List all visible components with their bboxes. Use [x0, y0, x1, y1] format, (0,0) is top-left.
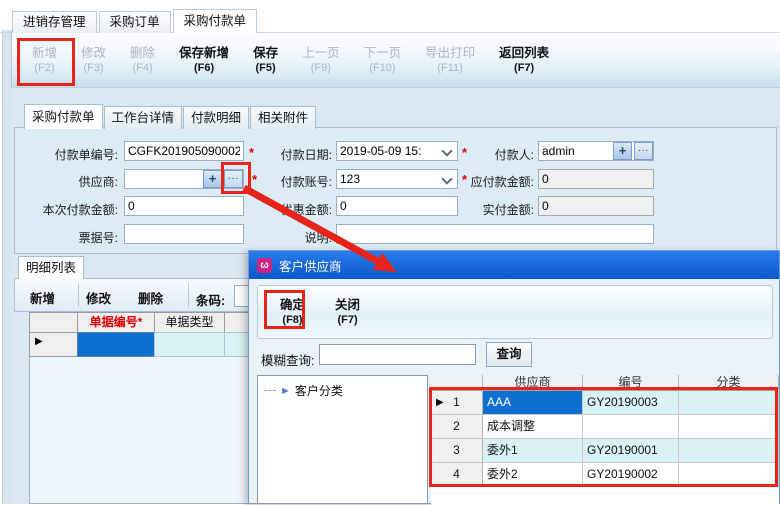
paid-label: 实付金额: — [458, 201, 534, 218]
back-to-list-button[interactable]: 返回列表(F7) — [487, 45, 561, 76]
detail-col-doctype[interactable]: 单据类型 — [154, 312, 225, 333]
supplier-input[interactable] — [125, 171, 205, 187]
current-amount-input[interactable] — [124, 196, 244, 216]
payable-label: 应付款金额: — [454, 173, 534, 190]
supplier-label: 供应商: — [6, 173, 118, 190]
payer-add-button[interactable]: + — [613, 142, 632, 160]
remark-label: 说明: — [250, 229, 332, 246]
tab-inventory-management[interactable]: 进销存管理 — [12, 11, 97, 33]
payer-field[interactable]: + ... — [538, 141, 654, 161]
tree-node-customer-category[interactable]: ► 客户分类 — [258, 376, 427, 399]
detail-tab-bar: 采购付款单 工作台详情 付款明细 相关附件 — [24, 104, 317, 129]
tree-branch-line — [264, 390, 276, 391]
payment-no-label: 付款单编号: — [6, 146, 118, 163]
highlight-box-new-button — [17, 38, 75, 86]
window-tab-bar: 进销存管理 采购订单 采购付款单 — [12, 9, 259, 33]
tab-purchase-order[interactable]: 采购订单 — [99, 11, 171, 33]
main-toolbar: 新增(F2) 修改(F3) 删除(F4) 保存新增(F6) 保存(F5) 上一页… — [12, 33, 780, 88]
toolbar-separator — [188, 283, 189, 307]
discount-label: 优惠金额: — [250, 201, 332, 218]
highlight-box-supplier-rows — [429, 387, 778, 487]
detail-add-button[interactable]: 新增 — [30, 288, 55, 307]
payment-date-input[interactable] — [337, 143, 441, 159]
bill-no-label: 票据号: — [6, 229, 118, 246]
ellipsis-icon: ... — [638, 143, 649, 154]
payment-account-combo[interactable] — [336, 169, 458, 189]
chevron-down-icon[interactable] — [441, 145, 452, 156]
payment-date-label: 付款日期: — [250, 146, 332, 163]
tab-attachments[interactable]: 相关附件 — [250, 106, 316, 129]
tab-detail-list[interactable]: 明细列表 — [18, 256, 84, 279]
tree-node-label: 客户分类 — [295, 382, 343, 399]
plus-icon: + — [619, 143, 627, 158]
detail-row-header[interactable]: ▶ — [29, 332, 78, 357]
payment-account-label: 付款账号: — [250, 173, 332, 190]
detail-cell-docno[interactable] — [77, 332, 155, 357]
tab-purchase-payment[interactable]: 采购付款单 — [173, 9, 258, 33]
tab-workbench-detail[interactable]: 工作台详情 — [104, 106, 183, 129]
payment-account-input[interactable] — [337, 171, 441, 187]
detail-delete-button[interactable]: 删除 — [138, 288, 163, 307]
highlight-box-confirm-button — [264, 290, 305, 329]
modify-button[interactable]: 修改(F3) — [69, 45, 118, 76]
tree-arrow-icon: ► — [280, 385, 291, 397]
plus-icon: + — [209, 171, 217, 186]
tab-payment-detail[interactable]: 付款明细 — [183, 106, 249, 129]
detail-cell-doctype[interactable] — [154, 332, 225, 357]
dialog-titlebar[interactable]: ω 客户供应商 — [249, 251, 779, 279]
remark-input[interactable] — [336, 224, 654, 244]
prev-page-button[interactable]: 上一页(F9) — [290, 45, 352, 76]
delete-button[interactable]: 删除(F4) — [118, 45, 167, 76]
payable-input — [538, 169, 654, 189]
detail-col-rowheader — [29, 312, 78, 333]
detail-col-docno[interactable]: 单据编号* — [77, 312, 155, 333]
row-marker-icon: ▶ — [35, 336, 43, 347]
supplier-add-button[interactable]: + — [203, 170, 222, 188]
payer-browse-button[interactable]: ... — [634, 142, 653, 160]
payment-no-input[interactable] — [124, 141, 244, 161]
discount-input[interactable] — [336, 196, 458, 216]
highlight-box-supplier-browse — [221, 162, 251, 194]
fuzzy-search-input[interactable] — [319, 344, 476, 365]
dialog-title: 客户供应商 — [279, 256, 342, 275]
current-amount-label: 本次付款金额: — [6, 201, 118, 218]
detail-modify-button[interactable]: 修改 — [86, 288, 111, 307]
bill-no-input[interactable] — [124, 224, 244, 244]
dialog-toolbar: 确定(F8) 关闭(F7) — [257, 285, 773, 339]
category-tree[interactable]: ► 客户分类 — [257, 375, 428, 504]
export-print-button[interactable]: 导出打印(F11) — [413, 45, 487, 76]
payment-date-combo[interactable] — [336, 141, 458, 161]
payer-input[interactable] — [539, 143, 615, 159]
tab-payment-form[interactable]: 采购付款单 — [24, 104, 103, 129]
toolbar-separator — [78, 283, 79, 307]
close-button[interactable]: 关闭(F7) — [325, 297, 370, 328]
paid-input — [538, 196, 654, 216]
chevron-down-icon[interactable] — [441, 173, 452, 184]
fuzzy-search-label: 模糊查询: — [261, 350, 314, 369]
save-new-button[interactable]: 保存新增(F6) — [167, 45, 241, 76]
payer-label: 付款人: — [458, 146, 534, 163]
search-button[interactable]: 查询 — [486, 342, 532, 367]
app-logo-icon: ω — [257, 258, 272, 273]
save-button[interactable]: 保存(F5) — [241, 45, 290, 76]
next-page-button[interactable]: 下一页(F10) — [352, 45, 414, 76]
barcode-label: 条码: — [196, 290, 225, 309]
